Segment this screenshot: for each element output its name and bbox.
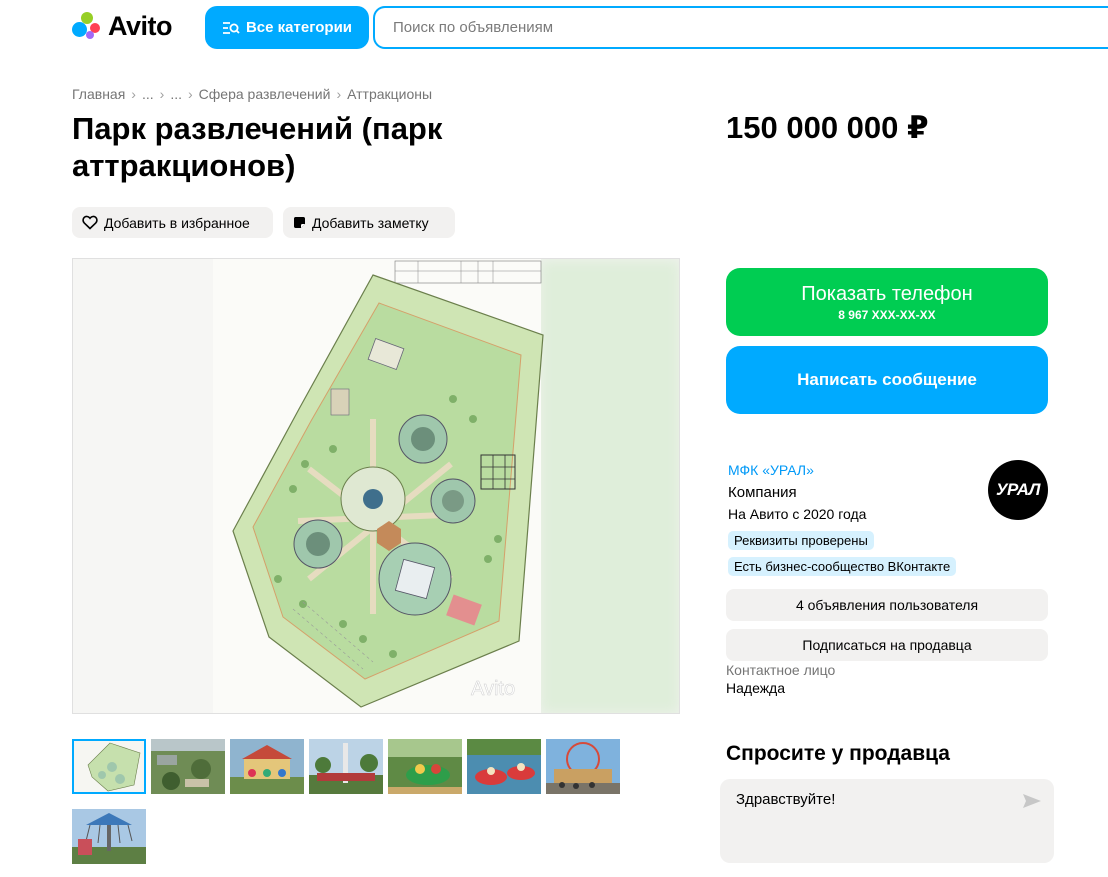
thumbnail-ferris-wheel[interactable] — [546, 739, 620, 794]
thumbnail-aerial-view[interactable] — [151, 739, 225, 794]
vk-community-badge[interactable]: Есть бизнес-сообщество ВКонтакте — [728, 557, 957, 576]
avito-watermark: Avito — [471, 678, 515, 700]
logo-text: Avito — [108, 10, 173, 41]
search-bar[interactable] — [373, 6, 1108, 49]
thumbnail-swing-ride[interactable] — [72, 809, 146, 864]
search-input[interactable] — [391, 18, 1108, 37]
thumbnail-kiddie-ride[interactable] — [388, 739, 462, 794]
verified-details-badge[interactable]: Реквизиты проверены — [728, 531, 874, 550]
park-site-plan-image: Avito — [73, 259, 679, 713]
seller-listings-label: 4 объявления пользователя — [795, 597, 979, 613]
seller-listings-button[interactable]: 4 объявления пользователя — [726, 589, 1048, 621]
breadcrumb-separator-icon: › — [131, 86, 136, 102]
add-note-button[interactable]: Добавить заметку — [283, 207, 455, 238]
breadcrumb-separator-icon: › — [336, 86, 342, 102]
breadcrumb-separator-icon: › — [159, 86, 165, 102]
seller-avatar[interactable]: УРАЛ — [988, 460, 1048, 520]
breadcrumb-separator-icon: › — [187, 86, 193, 102]
add-to-favorites-label: Добавить в избранное — [104, 214, 250, 231]
breadcrumb-item-home[interactable]: Главная — [72, 86, 125, 102]
thumbnail-carousel[interactable] — [230, 739, 304, 794]
contact-person-name: Надежда — [726, 680, 786, 696]
breadcrumb-item-attractions[interactable]: Аттракционы — [347, 86, 432, 102]
main-listing-image[interactable]: Avito — [72, 258, 680, 714]
listing-title: Парк развлечений (парк аттракционов) — [72, 111, 443, 183]
phone-number-masked: 8 967 XXX-XX-XX — [838, 307, 936, 322]
send-icon[interactable] — [1022, 793, 1042, 809]
seller-type: Компания — [728, 484, 797, 501]
seller-name-link[interactable]: МФК «УРАЛ» — [728, 462, 814, 478]
breadcrumb-item-3[interactable]: ... — [170, 86, 182, 102]
avito-logo[interactable]: Avito — [72, 10, 173, 42]
ask-seller-title: Спросите у продавца — [726, 742, 950, 765]
write-message-label: Написать сообщение — [797, 370, 977, 389]
subscribe-seller-label: Подписаться на продавца — [802, 637, 972, 653]
show-phone-button[interactable]: Показать телефон 8 967 XXX-XX-XX — [726, 268, 1048, 336]
all-categories-label: Все категории — [245, 19, 353, 36]
thumbnail-bumper-boats[interactable] — [467, 739, 541, 794]
write-message-button[interactable]: Написать сообщение — [726, 346, 1048, 414]
breadcrumb-item-2[interactable]: ... — [142, 86, 154, 102]
seller-since: На Авито с 2020 года — [728, 506, 867, 522]
categories-search-icon — [222, 21, 240, 34]
heart-icon — [82, 215, 98, 230]
breadcrumb-item-entertainment[interactable]: Сфера развлечений — [199, 86, 331, 102]
add-note-label: Добавить заметку — [312, 214, 429, 231]
add-to-favorites-button[interactable]: Добавить в избранное — [72, 207, 273, 238]
contact-person-label: Контактное лицо — [726, 662, 836, 678]
listing-price: 150 000 000 ₽ — [726, 110, 929, 145]
note-icon — [294, 217, 305, 228]
thumbnail-drop-tower[interactable] — [309, 739, 383, 794]
ask-seller-message-text: Здравствуйте! — [736, 791, 836, 808]
show-phone-label: Показать телефон — [801, 282, 973, 305]
logo-dots-icon — [72, 12, 102, 40]
thumbnail-site-plan[interactable] — [72, 739, 146, 794]
subscribe-seller-button[interactable]: Подписаться на продавца — [726, 629, 1048, 661]
breadcrumb: Главная › ... › ... › Сфера развлечений … — [72, 86, 432, 102]
ask-seller-message-field[interactable]: Здравствуйте! — [720, 779, 1054, 863]
all-categories-button[interactable]: Все категории — [205, 6, 369, 49]
